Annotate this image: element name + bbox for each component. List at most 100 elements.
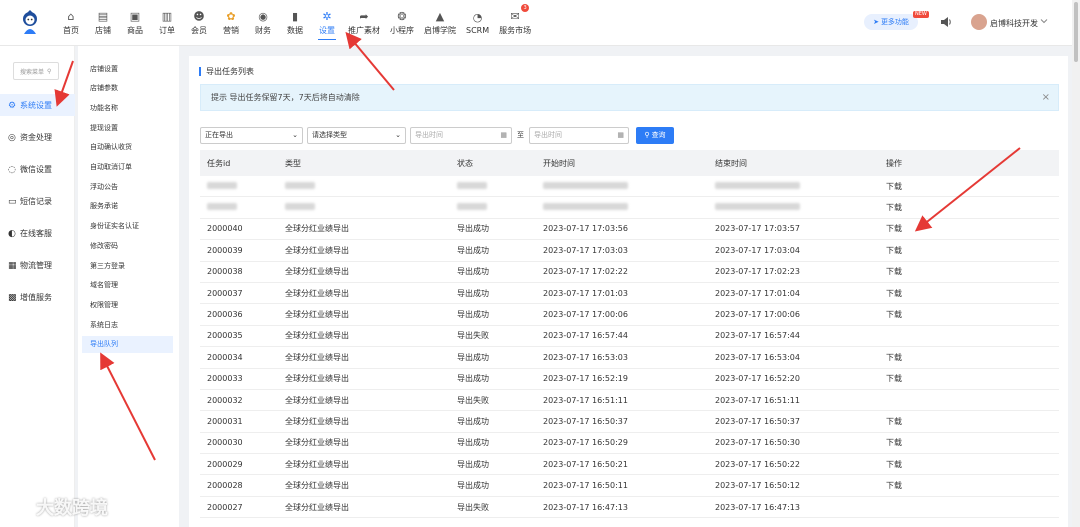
menu-search-input[interactable]: 搜索菜单 ⚲ [13, 62, 59, 80]
sidebar-item-money[interactable]: ◎ 资金处理 [0, 126, 75, 148]
end-time: 2023-07-17 16:57:44 [715, 331, 800, 341]
chevron-down-icon[interactable] [1040, 17, 1048, 25]
academy-icon: ▲ [435, 9, 445, 23]
download-link[interactable]: 下载 [886, 480, 1059, 491]
nav-item-finance[interactable]: ◉ 财务 [248, 0, 278, 46]
task-id: 2000034 [207, 352, 243, 362]
nav-label: 商品 [127, 26, 143, 35]
download-link[interactable]: 下载 [886, 309, 1059, 320]
sidebar-item-label: 资金处理 [20, 132, 52, 142]
col-header-status: 状态 [457, 158, 473, 168]
query-button[interactable]: ⚲ 查询 [636, 126, 674, 144]
rocket-icon: ➤ [873, 18, 879, 26]
page-scrollbar[interactable] [1072, 0, 1080, 527]
submenu-item[interactable]: 身份证实名认证 [82, 218, 173, 235]
nav-item-member[interactable]: ☻ 会员 [184, 0, 214, 46]
nav-item-marketing[interactable]: ✿ 营销 [216, 0, 246, 46]
download-link[interactable]: 下载 [886, 223, 1059, 234]
submenu-item[interactable]: 店铺参数 [82, 80, 173, 97]
submenu-item[interactable]: 服务承诺 [82, 198, 173, 215]
task-id: 2000030 [207, 438, 243, 448]
download-link[interactable]: 下载 [886, 437, 1059, 448]
redacted-value [715, 203, 800, 211]
sidebar-item-service[interactable]: ◐ 在线客服 [0, 222, 75, 244]
username[interactable]: 启博科技开发 [990, 18, 1038, 29]
sidebar-item-gear-circle[interactable]: ⚙ 系统设置 [0, 94, 75, 116]
sidebar-item-sms[interactable]: ▭ 短信记录 [0, 190, 75, 212]
scrollbar-thumb[interactable] [1074, 2, 1078, 62]
end-time: 2023-07-17 16:53:04 [715, 352, 800, 362]
store-icon: ▤ [97, 9, 109, 23]
nav-item-store[interactable]: ▤ 店铺 [88, 0, 118, 46]
nav-item-chart[interactable]: ▮ 数据 [280, 0, 310, 46]
submenu-item[interactable]: 第三方登录 [82, 257, 173, 274]
start-date-input[interactable]: 导出时间 ▦ [410, 126, 512, 144]
submenu-item[interactable]: 导出队列 [82, 335, 173, 353]
market-icon: ✉ [510, 9, 520, 23]
table-row: 2000031 全球分红业绩导出 导出成功 2023-07-17 16:50:37 20… [200, 411, 1059, 433]
submenu-item[interactable]: 提现设置 [82, 119, 173, 136]
task-type: 全球分红业绩导出 [285, 267, 349, 277]
nav-item-goods[interactable]: ▣ 商品 [120, 0, 150, 46]
task-type: 全球分红业绩导出 [285, 459, 349, 469]
end-time: 2023-07-17 16:50:22 [715, 459, 800, 469]
download-link[interactable]: 下载 [886, 459, 1059, 470]
nav-item-miniapp[interactable]: ❂ 小程序 [386, 0, 418, 46]
submenu-item[interactable]: 浮动公告 [82, 178, 173, 195]
end-date-input[interactable]: 导出时间 ▦ [529, 126, 629, 144]
task-type: 全球分红业绩导出 [285, 416, 349, 426]
redacted-value [207, 181, 237, 189]
wechat-icon: ◌ [8, 164, 16, 175]
submenu-item[interactable]: 功能名称 [82, 99, 173, 116]
sms-icon: ▭ [8, 196, 17, 207]
nav-item-market[interactable]: ✉ 服务市场 3 [495, 0, 535, 46]
start-time: 2023-07-17 16:50:11 [543, 481, 628, 491]
nav-item-home[interactable]: ⌂ 首页 [56, 0, 86, 46]
main-content: 导出任务列表 提示 导出任务保留7天，7天后将自动清除 × 正在导出 ⌄ 请选择类… [189, 56, 1068, 527]
marketing-icon: ✿ [226, 9, 236, 23]
sidebar-item-logistics[interactable]: ▦ 物流管理 [0, 254, 75, 276]
submenu-item[interactable]: 自动取消订单 [82, 159, 173, 176]
nav-item-gear[interactable]: ✲ 设置 [312, 0, 342, 46]
redacted-value [285, 181, 315, 189]
task-type: 全球分红业绩导出 [285, 374, 349, 384]
submenu-item[interactable]: 系统日志 [82, 316, 173, 333]
col-header-type: 类型 [285, 158, 301, 168]
table-row: 2000034 全球分红业绩导出 导出成功 2023-07-17 16:53:03 20… [200, 347, 1059, 369]
submenu-item[interactable]: 自动确认收货 [82, 139, 173, 156]
download-link[interactable]: 下载 [886, 288, 1059, 299]
nav-item-scrm[interactable]: ◔ SCRM [462, 0, 493, 46]
tip-banner: 提示 导出任务保留7天，7天后将自动清除 × [200, 84, 1059, 111]
submenu-item[interactable]: 修改密码 [82, 237, 173, 254]
download-link[interactable]: 下载 [886, 266, 1059, 277]
type-select[interactable]: 请选择类型 ⌄ [307, 126, 406, 144]
sidebar-item-wechat[interactable]: ◌ 微信设置 [0, 158, 75, 180]
submenu-item[interactable]: 权限管理 [82, 296, 173, 313]
logo-icon[interactable] [18, 10, 42, 36]
submenu-item[interactable]: 店铺设置 [82, 60, 173, 77]
sidebar-item-value-added[interactable]: ▩ 增值服务 [0, 286, 75, 308]
submenu-item[interactable]: 域名管理 [82, 277, 173, 294]
download-link[interactable]: 下载 [886, 202, 1059, 213]
table-row: 2000028 全球分红业绩导出 导出成功 2023-07-17 16:50:11 20… [200, 475, 1059, 497]
chevron-down-icon: ⌄ [292, 131, 298, 139]
status-select[interactable]: 正在导出 ⌄ [200, 126, 303, 144]
task-status: 导出成功 [457, 245, 489, 255]
close-icon[interactable]: × [1042, 92, 1050, 103]
download-link[interactable]: 下载 [886, 181, 1059, 192]
nav-label: 财务 [255, 26, 271, 35]
member-icon: ☻ [193, 9, 205, 23]
download-link[interactable]: 下载 [886, 373, 1059, 384]
nav-item-share[interactable]: ➦ 推广素材 [344, 0, 384, 46]
nav-item-academy[interactable]: ▲ 启博学院 [420, 0, 460, 46]
download-link[interactable]: 下载 [886, 245, 1059, 256]
more-features-button[interactable]: ➤ 更多功能 [864, 14, 918, 30]
sidebar-item-label: 系统设置 [20, 100, 52, 110]
finance-icon: ◉ [258, 9, 268, 23]
download-link[interactable]: 下载 [886, 352, 1059, 363]
avatar[interactable] [971, 14, 987, 30]
nav-item-order[interactable]: ▥ 订单 [152, 0, 182, 46]
download-link[interactable]: 下载 [886, 416, 1059, 427]
speaker-icon[interactable] [940, 16, 952, 28]
start-time: 2023-07-17 16:57:44 [543, 331, 628, 341]
